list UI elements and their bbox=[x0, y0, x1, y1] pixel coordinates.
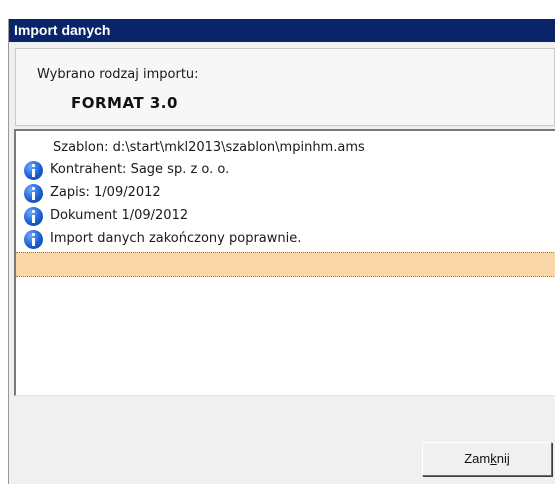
import-type-panel: Wybrano rodzaj importu: FORMAT 3.0 bbox=[15, 48, 555, 126]
log-row-text: Kontrahent: Sage sp. z o. o. bbox=[50, 162, 230, 177]
log-row-finished: Import danych zakończony poprawnie. bbox=[16, 228, 555, 250]
log-row-document: Dokument 1/09/2012 bbox=[16, 205, 555, 227]
import-dialog: Import danych Wybrano rodzaj importu: FO… bbox=[8, 19, 555, 484]
import-type-caption: Wybrano rodzaj importu: bbox=[37, 67, 199, 82]
close-label-end: nij bbox=[496, 451, 510, 466]
log-row-text: Dokument 1/09/2012 bbox=[50, 208, 189, 223]
log-row-text: Zapis: 1/09/2012 bbox=[50, 185, 161, 200]
log-row-contractor: Kontrahent: Sage sp. z o. o. bbox=[16, 159, 555, 181]
info-icon bbox=[24, 207, 43, 226]
import-log-list[interactable]: Szablon: d:\start\mkl2013\szablon\mpinhm… bbox=[14, 129, 555, 396]
log-row-text: Szablon: d:\start\mkl2013\szablon\mpinhm… bbox=[53, 140, 365, 155]
dialog-title: Import danych bbox=[9, 19, 555, 42]
import-format-value: FORMAT 3.0 bbox=[71, 94, 178, 112]
close-label-start: Zam bbox=[464, 451, 491, 466]
log-row-entry: Zapis: 1/09/2012 bbox=[16, 182, 555, 204]
log-row-text: Import danych zakończony poprawnie. bbox=[50, 231, 302, 246]
log-row-selected-empty[interactable] bbox=[16, 252, 555, 277]
info-icon bbox=[24, 230, 43, 249]
close-button[interactable]: Zamknij bbox=[422, 442, 552, 476]
info-icon bbox=[24, 161, 43, 180]
log-row-template: Szablon: d:\start\mkl2013\szablon\mpinhm… bbox=[16, 137, 555, 159]
info-icon bbox=[24, 184, 43, 203]
